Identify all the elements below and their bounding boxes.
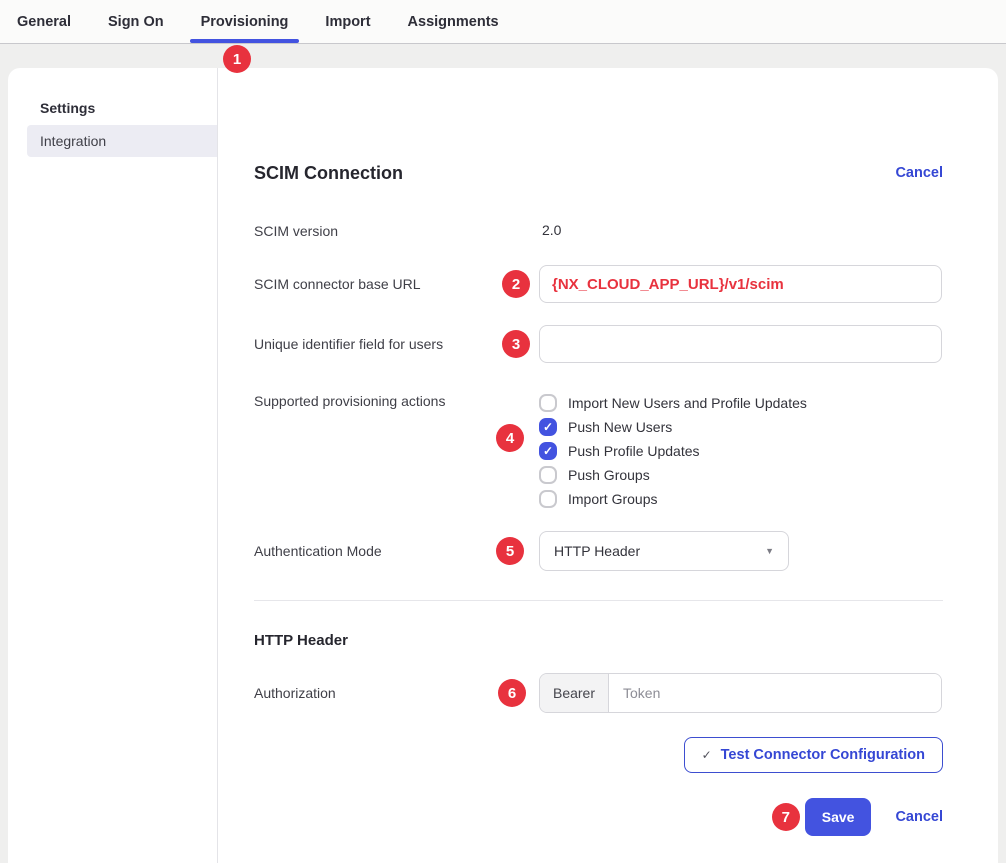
footer-actions-row: 7 Save Cancel xyxy=(254,798,943,836)
field-row-actions: Supported provisioning actions 4 ✓ Impor… xyxy=(254,391,943,511)
unique-id-label: Unique identifier field for users xyxy=(254,336,539,352)
sidebar-item-integration[interactable]: Integration xyxy=(27,125,217,157)
field-row-unique-id: Unique identifier field for users 3 xyxy=(254,325,943,363)
settings-sidebar: Settings Integration xyxy=(8,68,218,863)
annotation-badge-5: 5 xyxy=(496,537,524,565)
scim-version-value: 2.0 xyxy=(542,222,561,238)
provisioning-card: Settings Integration SCIM Connection Can… xyxy=(8,68,998,863)
panel-title: SCIM Connection xyxy=(254,163,403,184)
panel-header: SCIM Connection Cancel xyxy=(254,161,943,185)
annotation-badge-7: 7 xyxy=(772,803,800,831)
field-row-authorization: Authorization 6 Bearer xyxy=(254,673,943,713)
annotation-badge-4: 4 xyxy=(496,424,524,452)
test-connector-label: Test Connector Configuration xyxy=(721,747,925,763)
base-url-input[interactable] xyxy=(539,265,942,303)
check-icon: ✓ xyxy=(543,445,553,457)
annotation-badge-3: 3 xyxy=(502,330,530,358)
check-icon: ✓ xyxy=(543,421,553,433)
bearer-prefix-label: Bearer xyxy=(540,674,609,712)
http-header-section-title: HTTP Header xyxy=(254,632,943,649)
annotation-badge-2: 2 xyxy=(502,270,530,298)
sidebar-heading: Settings xyxy=(40,100,217,117)
checkbox-row-push-new-users[interactable]: ✓ Push New Users xyxy=(539,415,943,439)
auth-mode-selected-value: HTTP Header xyxy=(554,543,640,559)
tab-general[interactable]: General xyxy=(17,0,71,43)
scim-connection-panel: SCIM Connection Cancel SCIM version 2.0 … xyxy=(218,68,998,863)
checkbox-push-profile-updates[interactable]: ✓ xyxy=(539,442,557,460)
checkbox-push-new-users[interactable]: ✓ xyxy=(539,418,557,436)
checkbox-row-import-new-users[interactable]: ✓ Import New Users and Profile Updates xyxy=(539,391,943,415)
cancel-link-top[interactable]: Cancel xyxy=(895,165,943,181)
test-connector-button[interactable]: ✓ Test Connector Configuration xyxy=(684,737,943,773)
auth-mode-select[interactable]: HTTP Header ▼ xyxy=(539,531,789,571)
test-connector-row: ✓ Test Connector Configuration xyxy=(254,737,943,773)
base-url-label: SCIM connector base URL xyxy=(254,276,539,292)
checkbox-label: Import Groups xyxy=(568,491,657,507)
checkbox-push-groups[interactable]: ✓ xyxy=(539,466,557,484)
section-divider xyxy=(254,600,943,601)
chevron-down-icon: ▼ xyxy=(765,546,774,556)
tab-provisioning[interactable]: Provisioning xyxy=(201,0,289,43)
tab-import[interactable]: Import xyxy=(325,0,370,43)
checkbox-row-import-groups[interactable]: ✓ Import Groups xyxy=(539,487,943,511)
tab-assignments[interactable]: Assignments xyxy=(408,0,499,43)
scim-version-label: SCIM version xyxy=(254,223,539,239)
annotation-badge-6: 6 xyxy=(498,679,526,707)
checkbox-import-new-users[interactable]: ✓ xyxy=(539,394,557,412)
annotation-badge-1: 1 xyxy=(223,45,251,73)
checkbox-label: Push Profile Updates xyxy=(568,443,700,459)
unique-id-input[interactable] xyxy=(539,325,942,363)
field-row-scim-version: SCIM version 2.0 xyxy=(254,221,943,241)
actions-label: Supported provisioning actions xyxy=(254,391,539,409)
checkbox-row-push-groups[interactable]: ✓ Push Groups xyxy=(539,463,943,487)
field-row-auth-mode: Authentication Mode 5 HTTP Header ▼ xyxy=(254,531,943,571)
checkbox-label: Push New Users xyxy=(568,419,672,435)
tab-sign-on[interactable]: Sign On xyxy=(108,0,164,43)
save-button[interactable]: Save xyxy=(805,798,872,836)
checkbox-row-push-profile-updates[interactable]: ✓ Push Profile Updates xyxy=(539,439,943,463)
authorization-input-group: Bearer xyxy=(539,673,942,713)
checkbox-label: Push Groups xyxy=(568,467,650,483)
actions-checkbox-list: 4 ✓ Import New Users and Profile Updates… xyxy=(539,391,943,511)
checkbox-import-groups[interactable]: ✓ xyxy=(539,490,557,508)
authorization-label: Authorization xyxy=(254,685,539,701)
checkbox-label: Import New Users and Profile Updates xyxy=(568,395,807,411)
token-input[interactable] xyxy=(609,674,941,712)
field-row-base-url: SCIM connector base URL 2 xyxy=(254,265,943,303)
cancel-link-footer[interactable]: Cancel xyxy=(895,809,943,825)
app-tab-bar: General Sign On Provisioning Import Assi… xyxy=(0,0,1006,44)
check-icon: ✓ xyxy=(702,748,712,762)
